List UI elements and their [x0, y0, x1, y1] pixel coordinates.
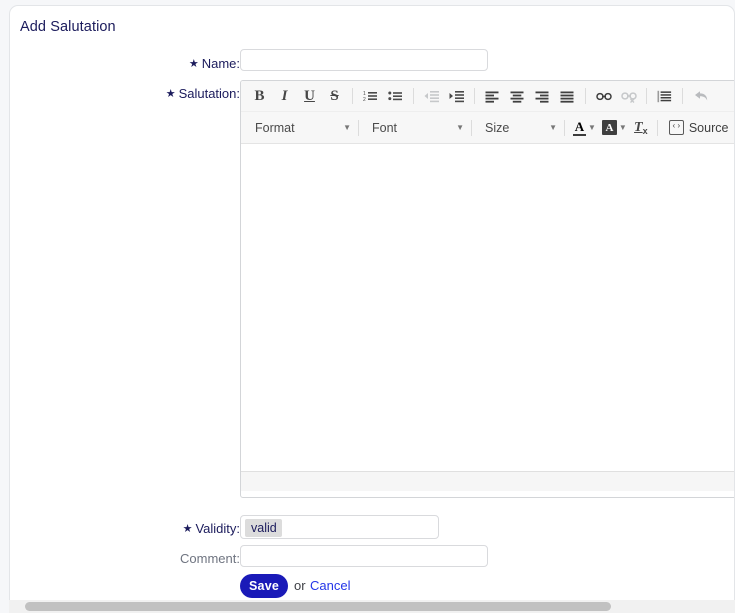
- background-color-icon: A: [602, 120, 617, 135]
- chevron-down-icon: ▼: [588, 123, 596, 132]
- outdent-icon[interactable]: [419, 85, 444, 107]
- chevron-down-icon: ▼: [539, 124, 557, 132]
- source-code-icon: ‹›: [669, 120, 684, 135]
- validity-select[interactable]: valid: [240, 515, 439, 539]
- editor-toolbar: B I U S 1 2: [241, 81, 735, 144]
- editor-status-bar: [241, 471, 735, 491]
- toolbar-separator: [564, 120, 565, 136]
- font-dropdown[interactable]: Font ▼: [364, 117, 466, 138]
- comment-input[interactable]: [240, 545, 488, 567]
- toolbar-separator: [413, 88, 414, 104]
- text-color-button[interactable]: A ▼: [570, 117, 599, 139]
- horizontal-scrollbar-thumb[interactable]: [25, 602, 611, 611]
- link-icon[interactable]: [591, 85, 616, 107]
- italic-icon[interactable]: I: [272, 85, 297, 107]
- source-button[interactable]: ‹› Source: [663, 117, 735, 139]
- chevron-down-icon: ▼: [619, 123, 627, 132]
- salutation-label: ★Salutation:: [166, 86, 240, 101]
- toolbar-separator: [358, 120, 359, 136]
- align-left-icon[interactable]: [480, 85, 505, 107]
- add-salutation-card: Add Salutation ★Name: ★Salutation: B I U…: [9, 5, 735, 601]
- toolbar-separator: [585, 88, 586, 104]
- toolbar-separator: [474, 88, 475, 104]
- size-dropdown-label: Size: [485, 121, 509, 135]
- source-button-label: Source: [689, 121, 729, 135]
- numbered-list-icon[interactable]: 1 2: [358, 85, 383, 107]
- unlink-icon[interactable]: [616, 85, 641, 107]
- chevron-down-icon: ▼: [446, 124, 464, 132]
- validity-label-text: Validity:: [195, 521, 240, 536]
- save-button[interactable]: Save: [240, 574, 288, 598]
- indent-icon[interactable]: [444, 85, 469, 107]
- required-star-icon: ★: [189, 58, 199, 70]
- horizontal-scrollbar[interactable]: [9, 600, 735, 613]
- text-color-bar: [573, 134, 586, 136]
- strikethrough-icon[interactable]: S: [322, 85, 347, 107]
- or-text: or: [294, 578, 306, 593]
- background-color-button[interactable]: A ▼: [599, 117, 630, 139]
- editor-toolbar-row-1: B I U S 1 2: [241, 81, 735, 111]
- toolbar-separator: [646, 88, 647, 104]
- format-dropdown[interactable]: Format ▼: [247, 117, 353, 138]
- text-color-letter: A: [575, 120, 584, 133]
- rich-text-editor[interactable]: B I U S 1 2: [240, 80, 735, 498]
- remove-format-sub: x: [643, 126, 648, 136]
- toolbar-separator: [352, 88, 353, 104]
- editor-toolbar-row-2: Format ▼ Font ▼ Size ▼: [241, 111, 735, 143]
- name-label-text: Name:: [202, 56, 240, 71]
- format-dropdown-label: Format: [255, 121, 295, 135]
- name-label: ★Name:: [189, 56, 240, 71]
- bulleted-list-icon[interactable]: [383, 85, 408, 107]
- toolbar-separator: [682, 88, 683, 104]
- toolbar-separator: [471, 120, 472, 136]
- svg-text:2: 2: [363, 97, 366, 103]
- remove-format-letter: T: [634, 120, 643, 136]
- bold-icon[interactable]: B: [247, 85, 272, 107]
- chevron-down-icon: ▼: [333, 124, 351, 132]
- size-dropdown[interactable]: Size ▼: [477, 117, 559, 138]
- editor-content-area[interactable]: [241, 144, 735, 471]
- app-screen: Add Salutation ★Name: ★Salutation: B I U…: [0, 0, 735, 613]
- required-star-icon: ★: [183, 523, 193, 535]
- remove-format-icon[interactable]: Tx: [630, 117, 652, 139]
- underline-icon[interactable]: U: [297, 85, 322, 107]
- text-color-icon: A: [573, 120, 586, 136]
- required-star-icon: ★: [166, 88, 176, 100]
- blockquote-icon[interactable]: [652, 85, 677, 107]
- align-right-icon[interactable]: [530, 85, 555, 107]
- name-input[interactable]: [240, 49, 488, 71]
- comment-label: Comment:: [180, 551, 240, 566]
- validity-label: ★Validity:: [183, 521, 240, 536]
- justify-icon[interactable]: [555, 85, 580, 107]
- cancel-link[interactable]: Cancel: [310, 578, 350, 593]
- undo-icon[interactable]: [688, 85, 713, 107]
- validity-option-valid[interactable]: valid: [245, 519, 282, 537]
- page-title: Add Salutation: [20, 19, 116, 35]
- font-dropdown-label: Font: [372, 121, 397, 135]
- salutation-label-text: Salutation:: [179, 86, 240, 101]
- toolbar-separator: [657, 120, 658, 136]
- align-center-icon[interactable]: [505, 85, 530, 107]
